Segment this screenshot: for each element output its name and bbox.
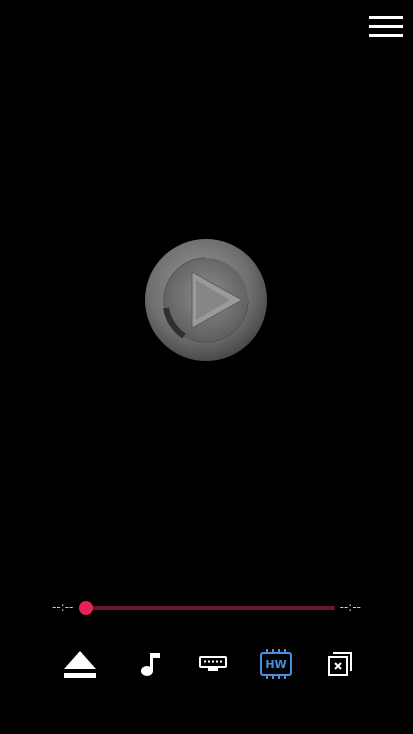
- hw-decoder-icon: HW: [260, 649, 292, 679]
- seek-bar[interactable]: [79, 601, 335, 615]
- hamburger-menu-icon-line-1: [369, 16, 403, 19]
- music-note-icon: [141, 653, 160, 676]
- close-overlay-button[interactable]: [320, 644, 360, 684]
- eject-icon: [64, 651, 96, 678]
- hardware-decoder-button[interactable]: HW: [256, 644, 296, 684]
- seek-bar-row: --:-- --:--: [0, 596, 413, 620]
- keyboard-icon: [199, 656, 227, 671]
- play-logo-button[interactable]: [144, 238, 268, 362]
- control-bar: HW: [0, 644, 413, 684]
- hw-label: HW: [265, 658, 286, 671]
- hamburger-menu-icon-line-3: [369, 34, 403, 37]
- seek-thumb[interactable]: [79, 601, 93, 615]
- menu-button[interactable]: [369, 12, 403, 42]
- play-logo-icon: [145, 239, 267, 361]
- eject-button[interactable]: [60, 644, 100, 684]
- elapsed-time: --:--: [52, 600, 74, 614]
- audio-track-button[interactable]: [130, 644, 170, 684]
- subtitles-button[interactable]: [193, 644, 233, 684]
- close-overlay-icon: [328, 652, 352, 676]
- remaining-time: --:--: [339, 600, 361, 614]
- hamburger-menu-icon-line-2: [369, 25, 403, 28]
